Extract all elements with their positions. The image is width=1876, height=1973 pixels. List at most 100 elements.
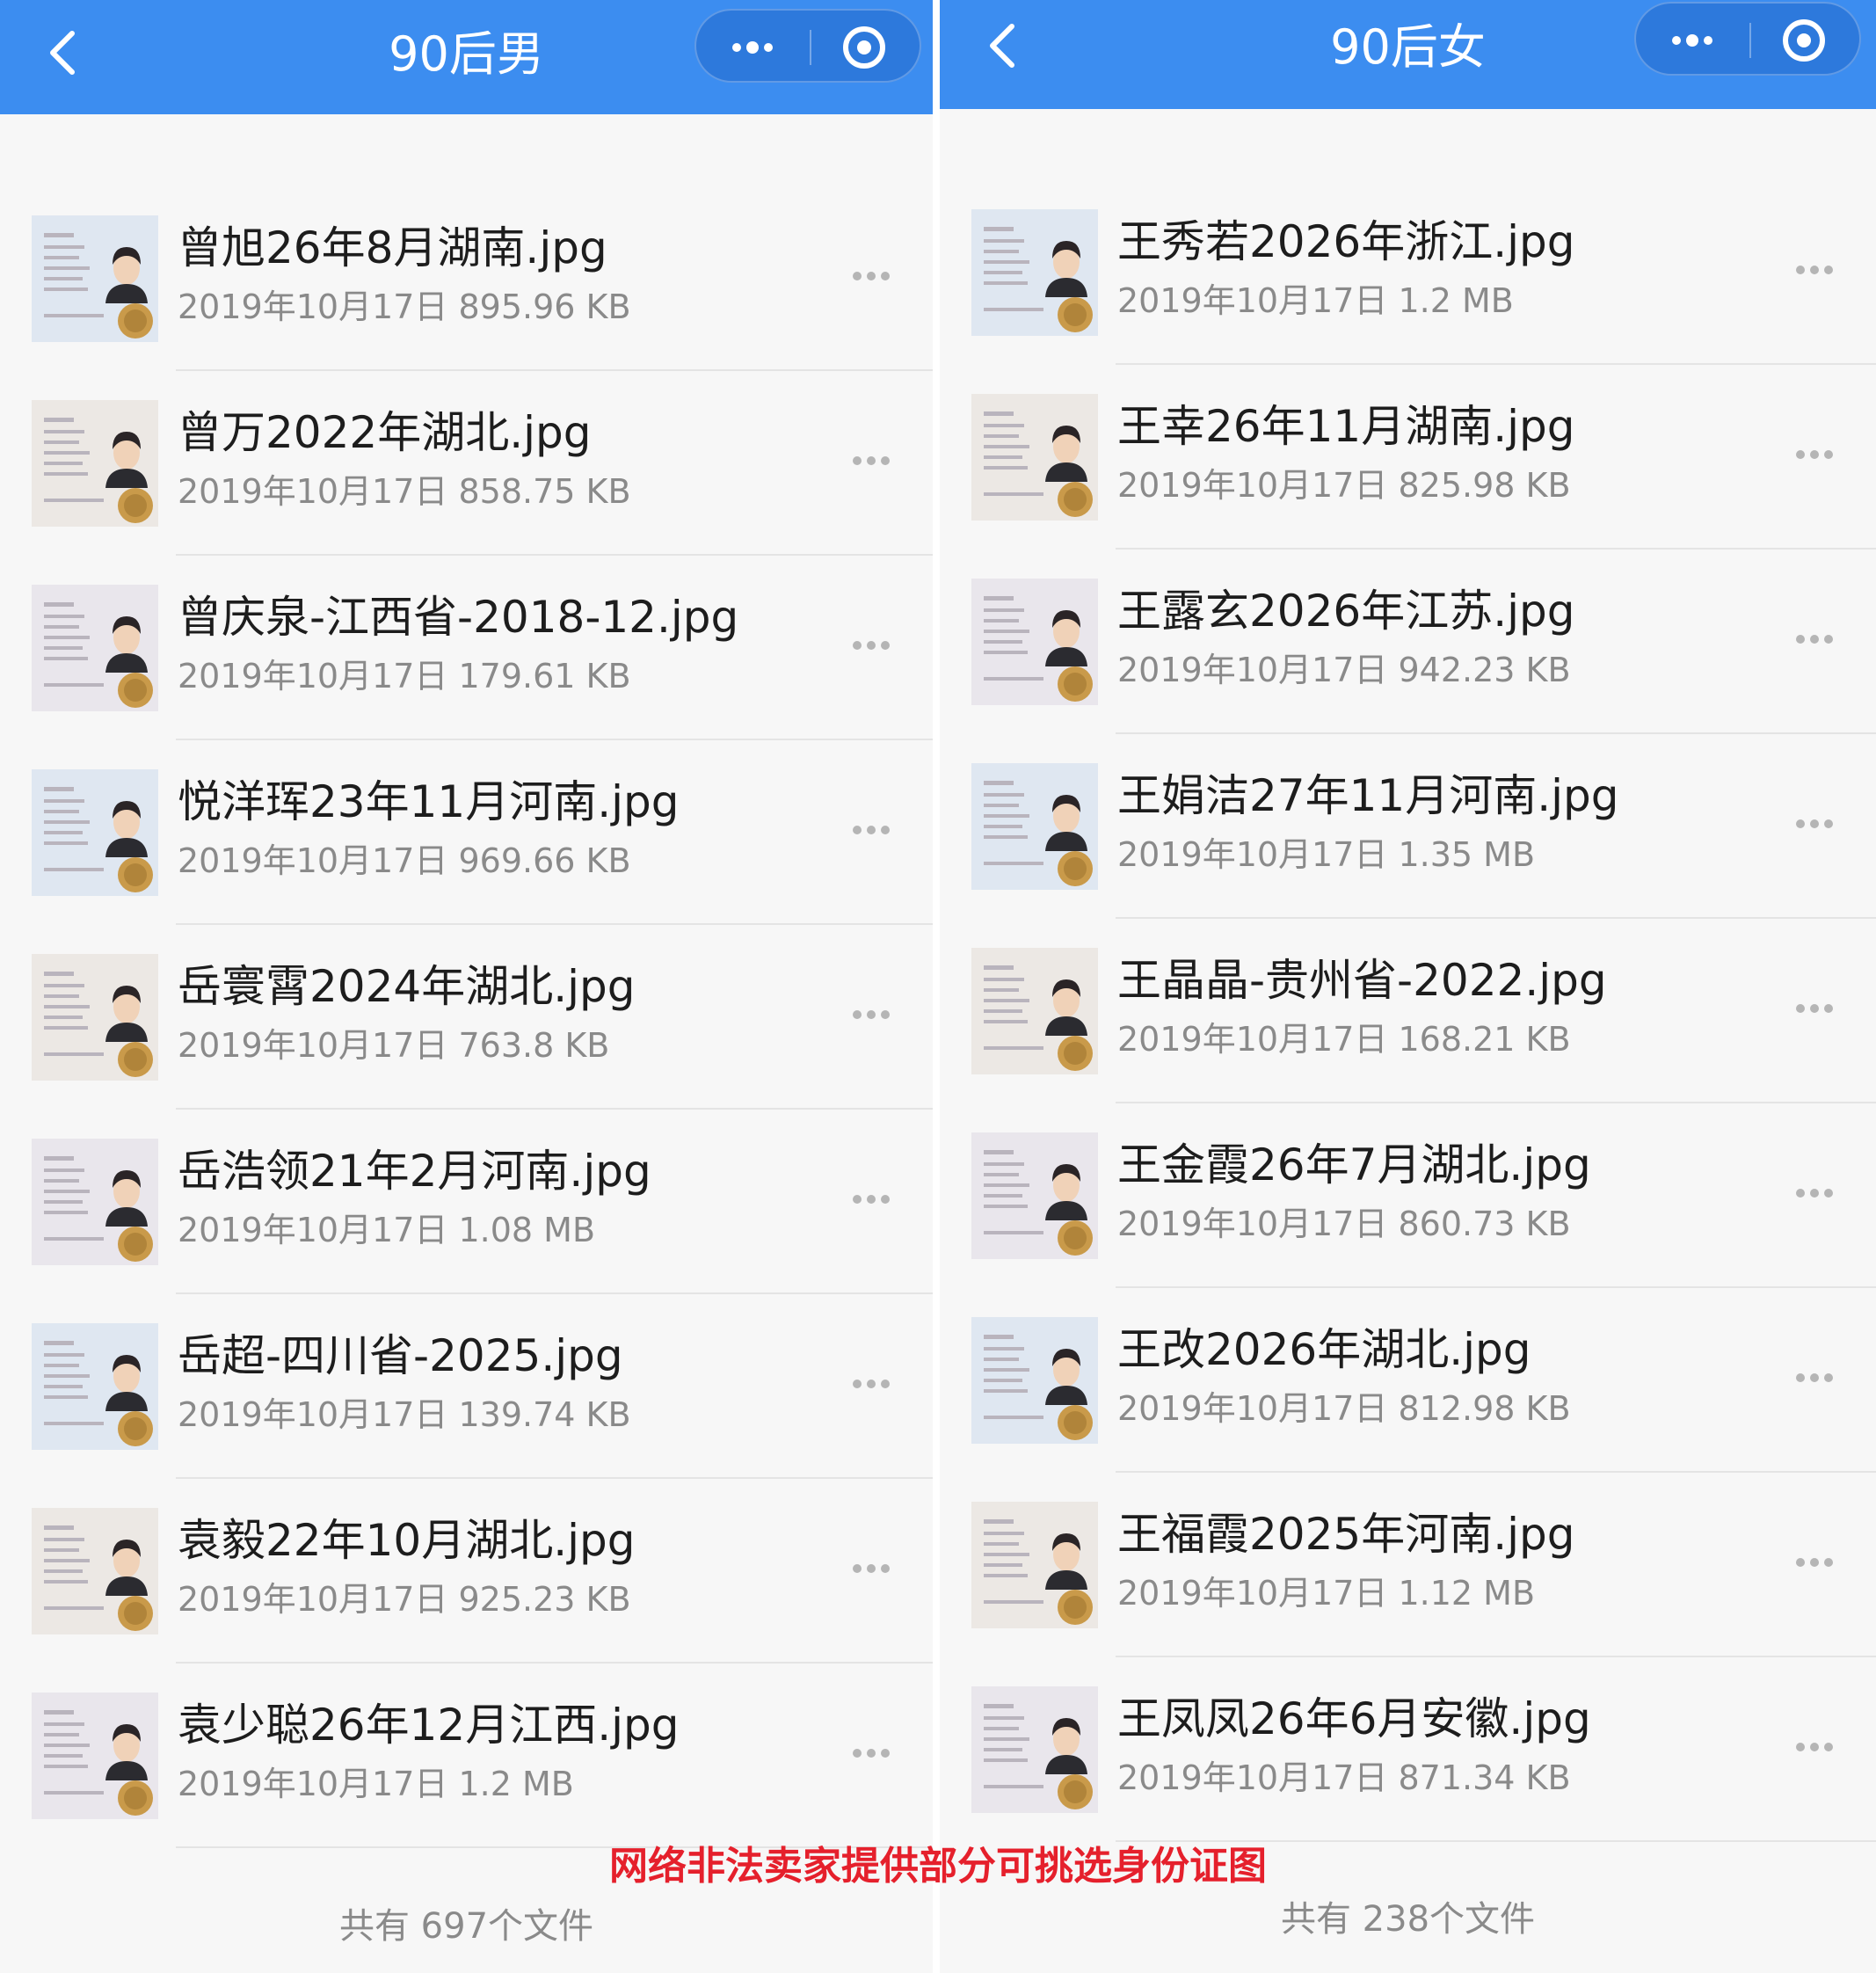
more-dots-icon[interactable] (1788, 252, 1841, 288)
list-item[interactable]: 曾旭26年8月湖南.jpg 2019年10月17日 895.96 KB (0, 186, 933, 371)
file-meta: 2019年10月17日 825.98 KB (1117, 466, 1571, 505)
id-card-photo-icon (32, 585, 158, 711)
id-card-photo-icon (971, 948, 1098, 1074)
id-card-photo-icon (971, 579, 1098, 705)
list-item[interactable]: 王娟洁27年11月河南.jpg 2019年10月17日 1.35 MB (940, 734, 1876, 919)
file-name: 王晶晶-贵州省-2022.jpg (1117, 955, 1607, 1006)
file-meta: 2019年10月17日 763.8 KB (178, 1026, 610, 1065)
file-name: 王娟洁27年11月河南.jpg (1117, 770, 1619, 821)
id-card-photo-icon (971, 763, 1098, 890)
more-dots-icon[interactable] (845, 997, 898, 1032)
more-dots-icon[interactable] (845, 443, 898, 478)
list-item[interactable]: 王露玄2026年江苏.jpg 2019年10月17日 942.23 KB (940, 550, 1876, 734)
more-dots-icon[interactable] (845, 258, 898, 294)
file-meta: 2019年10月17日 1.2 MB (1117, 281, 1514, 320)
id-card-photo-icon (32, 1323, 158, 1450)
panel-90s-male: 2019年10月17日 895.08 KB曾旭26年8月湖南.jpg2019年1… (0, 0, 933, 1973)
list-item[interactable]: 王凤凤26年6月安徽.jpg 2019年10月17日 871.34 KB (940, 1657, 1876, 1842)
list-item[interactable]: 悦洋珲23年11月河南.jpg 2019年10月17日 969.66 KB (0, 740, 933, 925)
file-name: 袁毅22年10月湖北.jpg (178, 1515, 636, 1566)
file-name: 王露玄2026年江苏.jpg (1117, 586, 1575, 637)
more-dots-icon[interactable] (1788, 1729, 1841, 1765)
list-item[interactable]: 曾庆泉-江西省-2018-12.jpg 2019年10月17日 179.61 KB (0, 556, 933, 740)
file-name: 曾万2022年湖北.jpg (178, 407, 592, 458)
more-dots-icon[interactable] (1788, 437, 1841, 472)
file-name: 王金霞26年7月湖北.jpg (1117, 1139, 1591, 1190)
list-item[interactable]: 王福霞2025年河南.jpg 2019年10月17日 1.12 MB (940, 1473, 1876, 1657)
more-dots-icon[interactable] (1788, 806, 1841, 841)
file-meta: 2019年10月17日 1.08 MB (178, 1211, 596, 1249)
file-meta: 2019年10月17日 858.75 KB (178, 472, 631, 511)
more-dots-icon[interactable] (845, 1736, 898, 1771)
more-dots-icon[interactable] (1788, 622, 1841, 657)
file-meta: 2019年10月17日 871.34 KB (1117, 1758, 1571, 1797)
screenshot: 2019年10月17日 895.08 KB曾旭26年8月湖南.jpg2019年1… (0, 0, 1876, 1973)
file-meta: 2019年10月17日 1.2 MB (178, 1765, 574, 1803)
list-item[interactable]: 袁少聪26年12月江西.jpg 2019年10月17日 1.2 MB (0, 1664, 933, 1848)
more-dots-icon[interactable] (696, 11, 810, 81)
more-dots-icon[interactable] (1788, 1360, 1841, 1395)
id-card-photo-icon (971, 209, 1098, 336)
more-dots-icon[interactable] (845, 1182, 898, 1217)
warning-caption: 网络非法卖家提供部分可挑选身份证图 (609, 1845, 1267, 1888)
list-item[interactable]: 袁毅22年10月湖北.jpg 2019年10月17日 925.23 KB (0, 1479, 933, 1664)
id-card-photo-icon (32, 1139, 158, 1265)
file-meta: 2019年10月17日 969.66 KB (178, 841, 631, 880)
file-meta: 2019年10月17日 168.21 KB (1117, 1020, 1571, 1059)
file-meta: 2019年10月17日 139.74 KB (178, 1395, 631, 1434)
file-name: 悦洋珲23年11月河南.jpg (178, 776, 680, 827)
list-item[interactable]: 王晶晶-贵州省-2022.jpg 2019年10月17日 168.21 KB (940, 919, 1876, 1103)
id-card-photo-icon (971, 1317, 1098, 1444)
panel-90s-female: 2019年10月17日 181.56 KB王秀若2026年浙江.jpg2019年… (940, 0, 1876, 1973)
chevron-left-icon[interactable] (46, 26, 81, 79)
file-name: 袁少聪26年12月江西.jpg (178, 1700, 680, 1751)
more-dots-icon[interactable] (845, 1366, 898, 1401)
id-card-photo-icon (32, 1508, 158, 1634)
file-count: 共有 697个文件 (338, 1906, 594, 1947)
list-item[interactable]: 王幸26年11月湖南.jpg 2019年10月17日 825.98 KB (940, 365, 1876, 550)
more-dots-icon[interactable] (1788, 1545, 1841, 1580)
id-card-photo-icon (32, 1693, 158, 1819)
file-meta: 2019年10月17日 942.23 KB (1117, 651, 1571, 689)
more-dots-icon[interactable] (1788, 991, 1841, 1026)
file-meta: 2019年10月17日 179.61 KB (178, 657, 631, 695)
file-name: 王福霞2025年河南.jpg (1117, 1509, 1575, 1560)
more-dots-icon[interactable] (845, 812, 898, 848)
miniprogram-capsule (1634, 2, 1861, 76)
navbar: 90后男 (0, 0, 933, 114)
list-item[interactable]: 岳寰霄2024年湖北.jpg 2019年10月17日 763.8 KB (0, 925, 933, 1110)
chevron-left-icon[interactable] (985, 19, 1021, 72)
file-name: 岳寰霄2024年湖北.jpg (178, 961, 636, 1012)
target-circle-icon[interactable] (810, 11, 923, 81)
id-card-photo-icon (971, 394, 1098, 521)
file-name: 王幸26年11月湖南.jpg (1117, 401, 1575, 452)
file-meta: 2019年10月17日 1.35 MB (1117, 835, 1536, 874)
miniprogram-capsule (694, 9, 921, 83)
list-item[interactable]: 岳浩领21年2月河南.jpg 2019年10月17日 1.08 MB (0, 1110, 933, 1294)
target-circle-icon[interactable] (1749, 4, 1863, 74)
file-name: 曾庆泉-江西省-2018-12.jpg (178, 592, 739, 643)
list-item[interactable]: 王金霞26年7月湖北.jpg 2019年10月17日 860.73 KB (940, 1103, 1876, 1288)
id-card-photo-icon (32, 215, 158, 342)
more-dots-icon[interactable] (1788, 1176, 1841, 1211)
file-meta: 2019年10月17日 860.73 KB (1117, 1205, 1571, 1243)
file-meta: 2019年10月17日 895.96 KB (178, 288, 631, 326)
more-dots-icon[interactable] (1636, 4, 1749, 74)
id-card-photo-icon (971, 1132, 1098, 1259)
list-item[interactable]: 曾万2022年湖北.jpg 2019年10月17日 858.75 KB (0, 371, 933, 556)
file-name: 曾旭26年8月湖南.jpg (178, 222, 607, 273)
list-item[interactable]: 王改2026年湖北.jpg 2019年10月17日 812.98 KB (940, 1288, 1876, 1473)
list-item[interactable]: 岳超-四川省-2025.jpg 2019年10月17日 139.74 KB (0, 1294, 933, 1479)
file-name: 岳浩领21年2月河南.jpg (178, 1146, 651, 1197)
file-meta: 2019年10月17日 925.23 KB (178, 1580, 631, 1619)
file-count: 共有 238个文件 (1280, 1899, 1536, 1940)
file-name: 王凤凤26年6月安徽.jpg (1117, 1693, 1591, 1744)
id-card-photo-icon (32, 769, 158, 896)
list-item[interactable]: 王秀若2026年浙江.jpg 2019年10月17日 1.2 MB (940, 180, 1876, 365)
more-dots-icon[interactable] (845, 1551, 898, 1586)
file-name: 王秀若2026年浙江.jpg (1117, 216, 1575, 267)
id-card-photo-icon (32, 954, 158, 1081)
more-dots-icon[interactable] (845, 628, 898, 663)
file-meta: 2019年10月17日 812.98 KB (1117, 1389, 1571, 1428)
id-card-photo-icon (971, 1502, 1098, 1628)
